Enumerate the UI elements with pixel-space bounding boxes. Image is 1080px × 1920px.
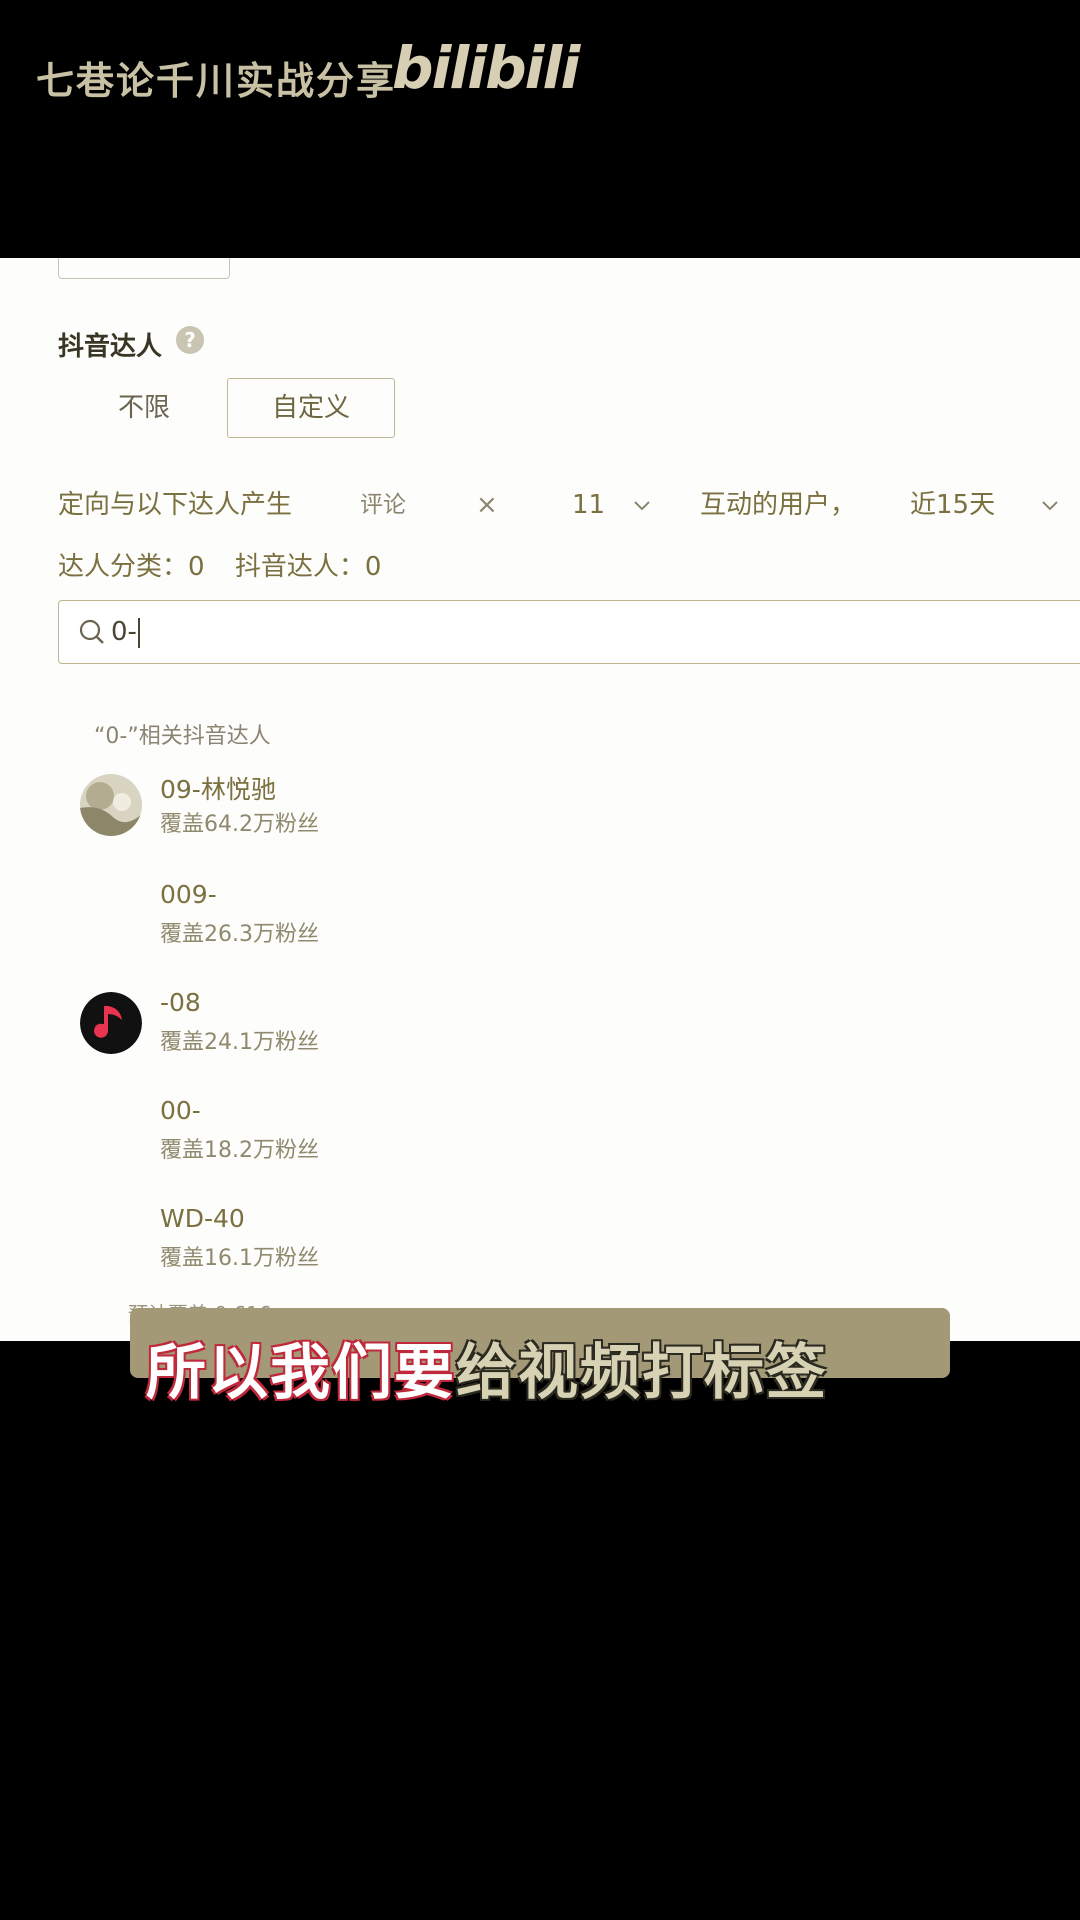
creator-fans: 覆盖64.2万粉丝 xyxy=(160,812,319,837)
targeting-description: 定向与以下达人产生 xyxy=(58,490,293,520)
creator-fans: 覆盖26.3万粉丝 xyxy=(160,922,319,947)
list-item[interactable]: 00- 覆盖18.2万粉丝 xyxy=(80,1096,980,1200)
subtitle-part-2: 给视频打标签 xyxy=(456,1338,828,1408)
search-input[interactable]: 0- xyxy=(58,600,1080,664)
question-icon[interactable]: ? xyxy=(176,326,204,354)
creator-name: WD-40 xyxy=(160,1204,245,1233)
interaction-label: 互动的用户， xyxy=(700,490,857,520)
selection-stats: 达人分类：0 抖音达人：0 xyxy=(58,546,403,583)
creator-count: 抖音达人：0 xyxy=(234,552,382,582)
time-range-select[interactable]: 近15天 xyxy=(910,480,995,530)
channel-name: 七巷论千川实战分享 xyxy=(36,59,397,103)
subtitle-part-1: 所以我们要 xyxy=(146,1338,456,1408)
targeting-panel: 抖音达人 ? 不限 自定义 定向与以下达人产生 评论 × 11 互动的用户， 近… xyxy=(0,258,1080,1341)
search-value[interactable]: 0- xyxy=(111,601,140,663)
creator-fans: 覆盖16.1万粉丝 xyxy=(160,1246,319,1271)
list-item[interactable]: 09-林悦驰 覆盖64.2万粉丝 xyxy=(80,774,980,874)
bilibili-logo: bilibili xyxy=(392,34,580,102)
list-item[interactable]: -08 覆盖24.1万粉丝 xyxy=(80,988,980,1092)
count-select[interactable]: 11 xyxy=(572,480,605,530)
search-icon xyxy=(79,619,104,644)
creator-name: -08 xyxy=(160,988,201,1017)
subtitle: 所以我们要给视频打标签 xyxy=(146,1324,828,1411)
action-tag[interactable]: 评论 xyxy=(360,480,406,530)
creator-name: 09-林悦驰 xyxy=(160,775,276,804)
creator-name: 009- xyxy=(160,880,217,909)
option-unlimited[interactable]: 不限 xyxy=(84,378,204,438)
video-header: 七巷论千川实战分享 bilibili xyxy=(0,0,1080,258)
section-title: 抖音达人 xyxy=(58,332,163,362)
chevron-down-icon[interactable] xyxy=(632,480,652,530)
targeting-rule: 定向与以下达人产生 评论 × 11 互动的用户， 近15天 xyxy=(58,480,1080,530)
creator-name: 00- xyxy=(160,1096,201,1125)
suggestion-header: “0-”相关抖音达人 xyxy=(94,724,271,749)
chevron-down-icon[interactable] xyxy=(1040,480,1060,530)
category-count: 达人分类：0 xyxy=(58,552,205,582)
list-item[interactable]: WD-40 覆盖16.1万粉丝 xyxy=(80,1204,980,1308)
avatar xyxy=(80,774,142,836)
music-note-icon xyxy=(80,992,142,1054)
previous-control-edge xyxy=(58,258,230,279)
creator-fans: 覆盖18.2万粉丝 xyxy=(160,1138,319,1163)
video-footer xyxy=(0,1341,1080,1920)
option-custom[interactable]: 自定义 xyxy=(227,378,395,438)
creator-fans: 覆盖24.1万粉丝 xyxy=(160,1030,319,1055)
close-icon[interactable]: × xyxy=(476,480,498,530)
list-item[interactable]: 009- 覆盖26.3万粉丝 xyxy=(80,880,980,984)
